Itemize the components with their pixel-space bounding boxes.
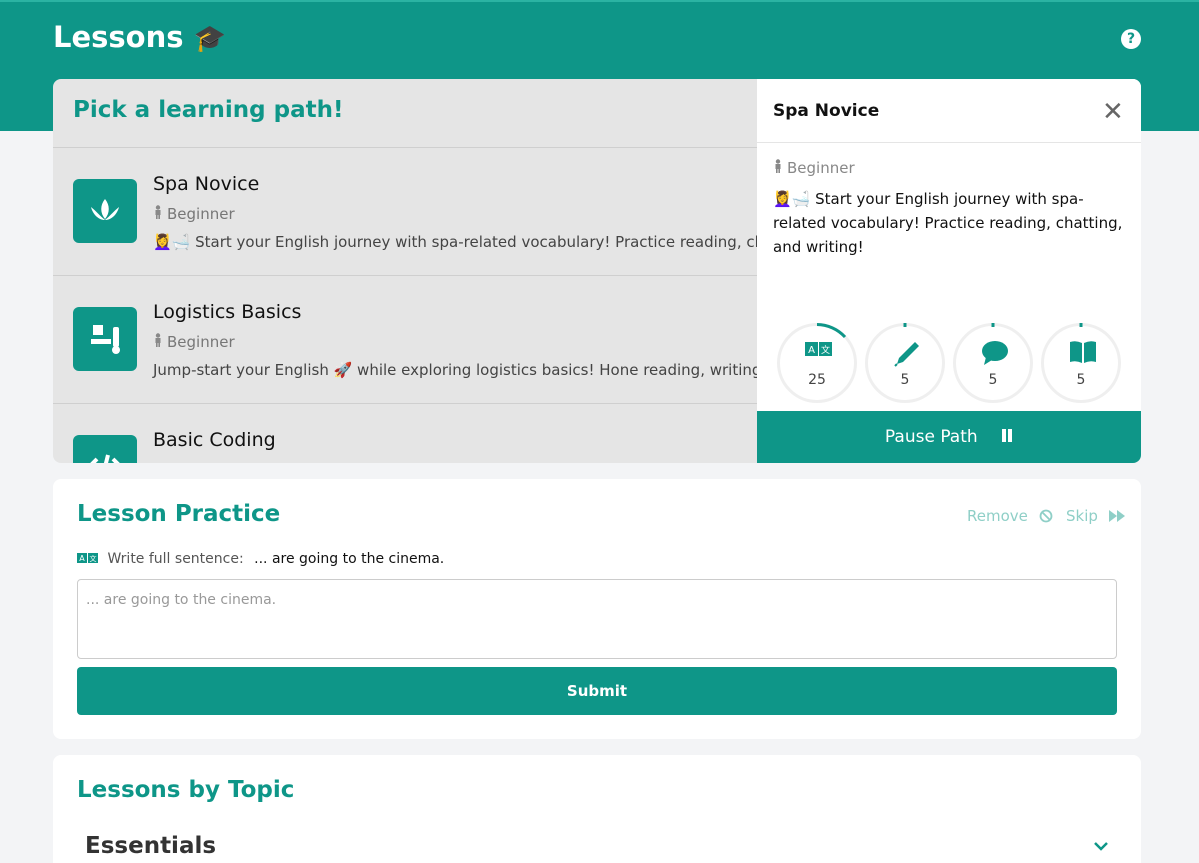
detail-description: 💆‍♀️🛁 Start your English journey with sp… — [773, 190, 1123, 256]
graduation-cap-icon: 🎓 — [193, 24, 226, 54]
page-title: Lessons 🎓 — [53, 20, 226, 54]
translate-icon: A文 — [805, 342, 832, 356]
pen-icon — [894, 342, 919, 367]
stat-translate[interactable]: A文 25 — [777, 323, 857, 403]
path-detail-panel: Spa Novice ✕ Beginner 💆‍♀️🛁 Start your E… — [757, 79, 1141, 463]
path-name: Logistics Basics — [153, 301, 302, 323]
svg-text:文: 文 — [821, 344, 830, 356]
svg-text:A: A — [808, 345, 815, 356]
chevron-down-icon[interactable] — [1093, 841, 1109, 851]
chat-icon — [982, 341, 1008, 365]
lesson-practice-card: Lesson Practice Remove Skip A文 Write ful… — [53, 479, 1141, 739]
remove-button[interactable]: Remove — [967, 507, 1053, 525]
stat-write[interactable]: 5 — [865, 323, 945, 403]
prompt-sentence: ... are going to the cinema. — [254, 551, 445, 567]
skip-button[interactable]: Skip — [1066, 507, 1125, 525]
pause-path-button[interactable]: Pause Path — [757, 411, 1141, 463]
path-description: Jump-start your English 🚀 while explorin… — [153, 361, 839, 379]
help-icon[interactable]: ? — [1121, 29, 1141, 49]
detail-title: Spa Novice — [773, 101, 880, 121]
book-icon — [1070, 341, 1096, 363]
close-icon[interactable]: ✕ — [1102, 97, 1124, 127]
dolly-icon — [73, 307, 137, 371]
detail-level: Beginner — [773, 159, 855, 177]
practice-title: Lesson Practice — [77, 501, 281, 527]
path-level: Beginner — [153, 333, 235, 351]
person-icon — [153, 333, 163, 351]
lotus-icon — [73, 179, 137, 243]
pause-icon — [1001, 411, 1013, 463]
translate-icon: A文 — [77, 553, 98, 563]
practice-prompt: A文 Write full sentence: ... are going to… — [77, 551, 444, 567]
lessons-by-topic-card: Lessons by Topic Essentials — [53, 755, 1141, 863]
detail-header: Spa Novice ✕ — [757, 79, 1141, 143]
person-icon — [773, 159, 783, 177]
path-name: Spa Novice — [153, 173, 260, 195]
person-icon — [153, 205, 163, 223]
submit-button[interactable]: Submit — [77, 667, 1117, 715]
svg-text:A: A — [79, 554, 85, 563]
fast-forward-icon — [1108, 510, 1125, 522]
code-icon — [73, 435, 137, 463]
path-name: Basic Coding — [153, 429, 276, 451]
answer-textarea[interactable] — [77, 579, 1117, 659]
topics-title: Lessons by Topic — [77, 777, 295, 803]
ban-icon — [1039, 509, 1053, 523]
path-level: Beginner — [153, 205, 235, 223]
stat-read[interactable]: 5 — [1041, 323, 1121, 403]
topic-essentials[interactable]: Essentials — [85, 833, 216, 859]
svg-text:文: 文 — [90, 554, 97, 563]
stat-chat[interactable]: 5 — [953, 323, 1033, 403]
